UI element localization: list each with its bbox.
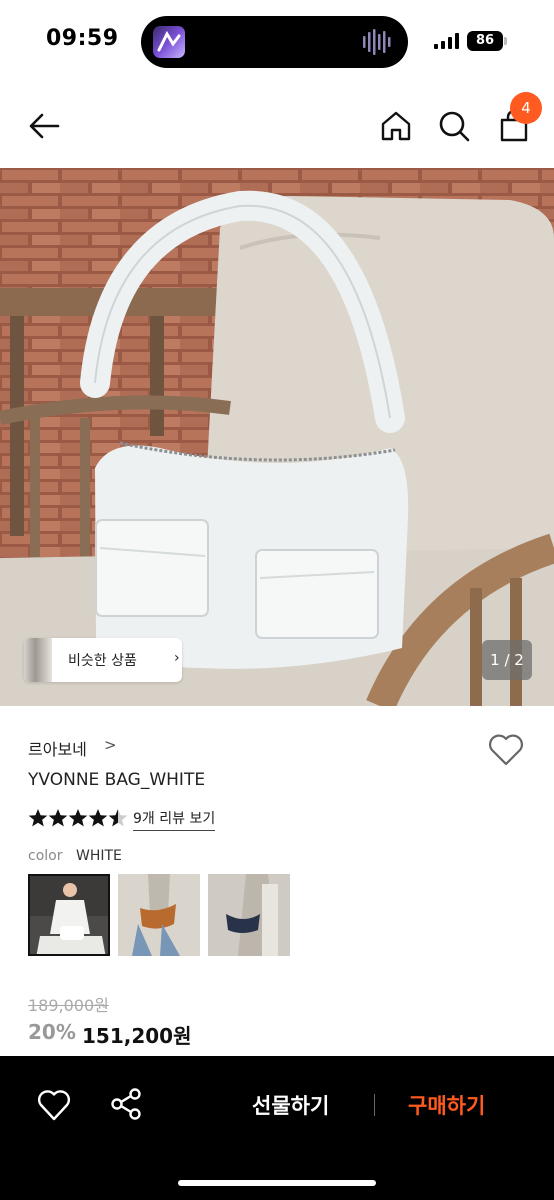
- battery-tip: [504, 37, 507, 45]
- buy-button[interactable]: 구매하기: [408, 1090, 485, 1120]
- cart-count-badge: 4: [510, 92, 542, 124]
- home-icon[interactable]: [376, 106, 416, 146]
- chevron-right-icon[interactable]: >: [104, 736, 117, 754]
- gift-button[interactable]: 선물하기: [252, 1090, 329, 1120]
- original-price: 189,000원: [28, 996, 109, 1015]
- star-icon: [28, 809, 48, 827]
- product-photo: [0, 168, 554, 706]
- product-image-carousel[interactable]: 비슷한 상품 › 1 / 2: [0, 168, 554, 706]
- divider: [374, 1094, 375, 1116]
- discount-rate: 20%: [28, 1020, 76, 1044]
- star-icon: [68, 809, 88, 827]
- image-page-indicator: 1 / 2: [482, 640, 532, 680]
- home-indicator: [178, 1180, 376, 1186]
- color-label: color: [28, 848, 63, 864]
- star-half-icon: [108, 809, 128, 827]
- app-header: [0, 84, 554, 168]
- now-playing-app-icon: [153, 26, 185, 58]
- color-option-navy[interactable]: [208, 874, 290, 956]
- sale-price: 151,200원: [82, 1024, 192, 1048]
- color-value: WHITE: [76, 848, 122, 864]
- color-option-white[interactable]: [28, 874, 110, 956]
- similar-product-thumbnail: [24, 638, 52, 682]
- star-icon: [88, 809, 108, 827]
- status-bar: 09:59 86: [0, 0, 554, 84]
- review-link[interactable]: 9개 리뷰 보기: [133, 808, 216, 831]
- color-option-brown[interactable]: [118, 874, 200, 956]
- heart-icon[interactable]: [487, 733, 525, 767]
- battery-icon: 86: [467, 31, 503, 51]
- similar-products-button[interactable]: 비슷한 상품 ›: [24, 638, 182, 682]
- star-icon: [48, 809, 68, 827]
- purchase-bar: 선물하기 구매하기: [0, 1056, 554, 1200]
- heart-icon[interactable]: [36, 1088, 72, 1122]
- similar-products-label: 비슷한 상품: [68, 653, 137, 669]
- dynamic-island: [141, 16, 408, 68]
- chevron-right-icon: ›: [174, 650, 180, 666]
- battery-level: 86: [475, 33, 495, 48]
- status-time: 09:59: [46, 26, 119, 51]
- brand-link[interactable]: 르아보네: [28, 736, 87, 760]
- share-icon[interactable]: [108, 1086, 144, 1122]
- audio-wave-icon: [363, 29, 391, 55]
- search-icon[interactable]: [434, 106, 474, 146]
- cellular-signal-icon: [434, 33, 459, 49]
- product-title: YVONNE BAG_WHITE: [28, 770, 206, 790]
- rating-stars: [28, 809, 128, 827]
- arrow-left-icon[interactable]: [24, 106, 64, 146]
